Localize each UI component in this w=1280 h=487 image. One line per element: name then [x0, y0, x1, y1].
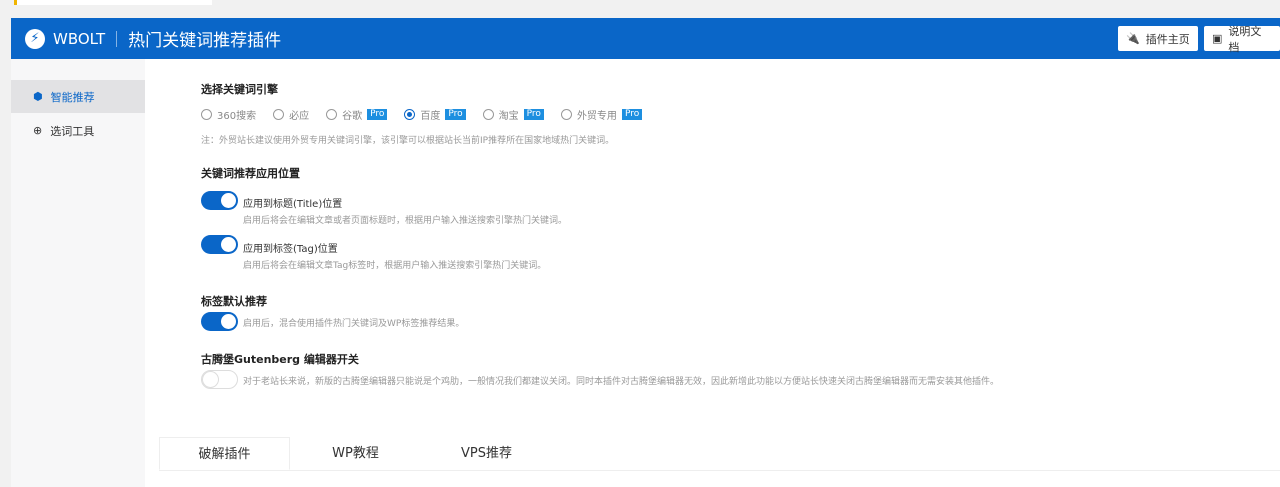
- top-box: [14, 0, 212, 5]
- plugin-home-button[interactable]: 🔌 插件主页: [1118, 26, 1198, 51]
- radio-baidu[interactable]: 百度 Pro: [404, 107, 466, 122]
- position-heading: 关键词推荐应用位置: [201, 167, 300, 180]
- radio-foreign-trade[interactable]: 外贸专用 Pro: [560, 107, 643, 122]
- sidebar-item-label: 智能推荐: [50, 90, 95, 104]
- crosshair-icon: ⊕: [33, 124, 43, 137]
- bottom-tabs: 破解插件 WP教程 VPS推荐: [159, 437, 1280, 471]
- main-content: 选择关键词引擎 360搜索 必应 谷歌 Pro 百度 Pro 淘宝 Pro 外贸专用 P…: [145, 59, 1280, 487]
- plug-icon: 🔌: [1126, 32, 1140, 45]
- docs-button[interactable]: ▣ 说明文档: [1204, 25, 1280, 54]
- gutenberg-toggle[interactable]: [201, 370, 238, 389]
- page-title: 热门关键词推荐插件: [128, 31, 282, 51]
- gutenberg-heading: 古腾堡Gutenberg 编辑器开关: [201, 353, 359, 366]
- tag-toggle[interactable]: [201, 235, 238, 254]
- engine-heading: 选择关键词引擎: [201, 83, 278, 96]
- tag-default-heading: 标签默认推荐: [201, 295, 267, 308]
- radio-taobao[interactable]: 淘宝 Pro: [482, 107, 544, 122]
- pro-badge: Pro: [445, 109, 466, 120]
- document-icon: ▣: [1212, 32, 1223, 45]
- button-label: 说明文档: [1228, 24, 1262, 54]
- pro-badge: Pro: [621, 109, 643, 120]
- pro-badge: Pro: [523, 109, 544, 120]
- tab-crack-plugins[interactable]: 破解插件: [159, 437, 290, 470]
- title-toggle-label: 应用到标题(Title)位置: [243, 199, 343, 210]
- tag-default-toggle[interactable]: [201, 312, 238, 331]
- sidebar-item-smart-recommend[interactable]: ⬢ 智能推荐: [11, 80, 145, 113]
- title-toggle-desc: 启用后将会在编辑文章或者页面标题时，根据用户输入推送搜索引擎热门关键词。: [243, 216, 568, 226]
- engine-note: 注：外贸站长建议使用外贸专用关键词引擎，该引擎可以根据站长当前IP推荐所在国家地…: [201, 136, 615, 146]
- tag-default-desc: 启用后，混合使用插件热门关键词及WP标签推荐结果。: [243, 319, 465, 329]
- tag-toggle-label: 应用到标签(Tag)位置: [243, 244, 338, 255]
- sidebar-item-label: 选词工具: [50, 124, 95, 138]
- gutenberg-desc: 对于老站长来说，新版的古腾堡编辑器只能说是个鸡肋，一般情况我们都建议关闭。同时本…: [243, 377, 1000, 387]
- engine-radio-group: 360搜索 必应 谷歌 Pro 百度 Pro 淘宝 Pro 外贸专用 Pro: [201, 107, 659, 122]
- radio-360[interactable]: 360搜索: [201, 107, 256, 122]
- tab-wp-tutorials[interactable]: WP教程: [290, 437, 421, 470]
- sidebar-item-keyword-tool[interactable]: ⊕ 选词工具: [11, 114, 145, 147]
- cube-icon: ⬢: [33, 90, 43, 103]
- radio-bing[interactable]: 必应: [273, 107, 309, 122]
- brand: WBOLT: [53, 29, 106, 48]
- radio-google[interactable]: 谷歌 Pro: [326, 107, 388, 122]
- wbolt-logo-icon: ⚡: [25, 28, 45, 49]
- tag-toggle-desc: 启用后将会在编辑文章Tag标签时，根据用户输入推送搜索引擎热门关键词。: [243, 261, 547, 271]
- button-label: 插件主页: [1145, 32, 1190, 46]
- header: ⚡ WBOLT 热门关键词推荐插件 🔌 插件主页 ▣ 说明文档: [11, 18, 1280, 59]
- tab-vps[interactable]: VPS推荐: [421, 437, 552, 470]
- title-toggle[interactable]: [201, 191, 238, 210]
- pro-badge: Pro: [367, 109, 388, 120]
- divider: [116, 30, 118, 47]
- sidebar: ⬢ 智能推荐 ⊕ 选词工具: [11, 59, 145, 487]
